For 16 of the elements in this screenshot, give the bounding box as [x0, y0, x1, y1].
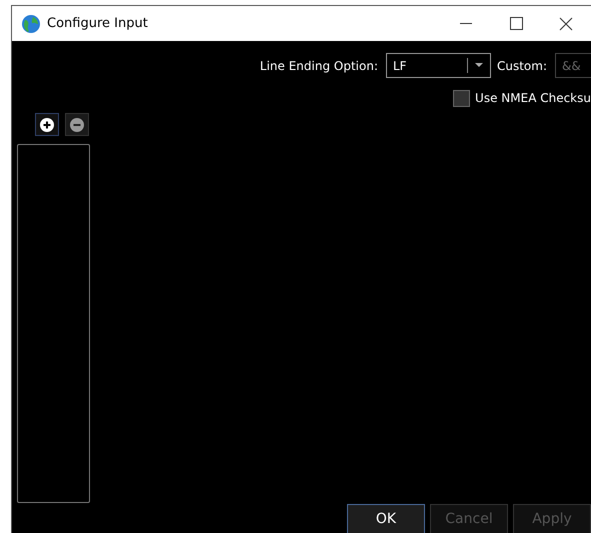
- line-ending-dropdown[interactable]: LF: [386, 53, 491, 78]
- list-box[interactable]: [17, 144, 90, 503]
- plus-circle-icon: [40, 118, 54, 132]
- checkbox[interactable]: [453, 90, 470, 106]
- line-ending-label: Line Ending Option:: [260, 58, 378, 74]
- window-title: Configure Input: [47, 14, 149, 33]
- globe-icon: [21, 14, 41, 34]
- maximize-icon: [510, 17, 522, 30]
- add-button[interactable]: [35, 113, 59, 136]
- dialog-button[interactable]: OK: [347, 504, 425, 533]
- minus-circle-icon: [70, 118, 84, 132]
- checkbox-label: Use NMEA Checksu: [475, 90, 591, 107]
- caret-icon: [474, 63, 483, 68]
- minimize-icon: [460, 22, 472, 24]
- close-icon: [559, 16, 573, 30]
- custom-label: Custom:: [496, 58, 547, 74]
